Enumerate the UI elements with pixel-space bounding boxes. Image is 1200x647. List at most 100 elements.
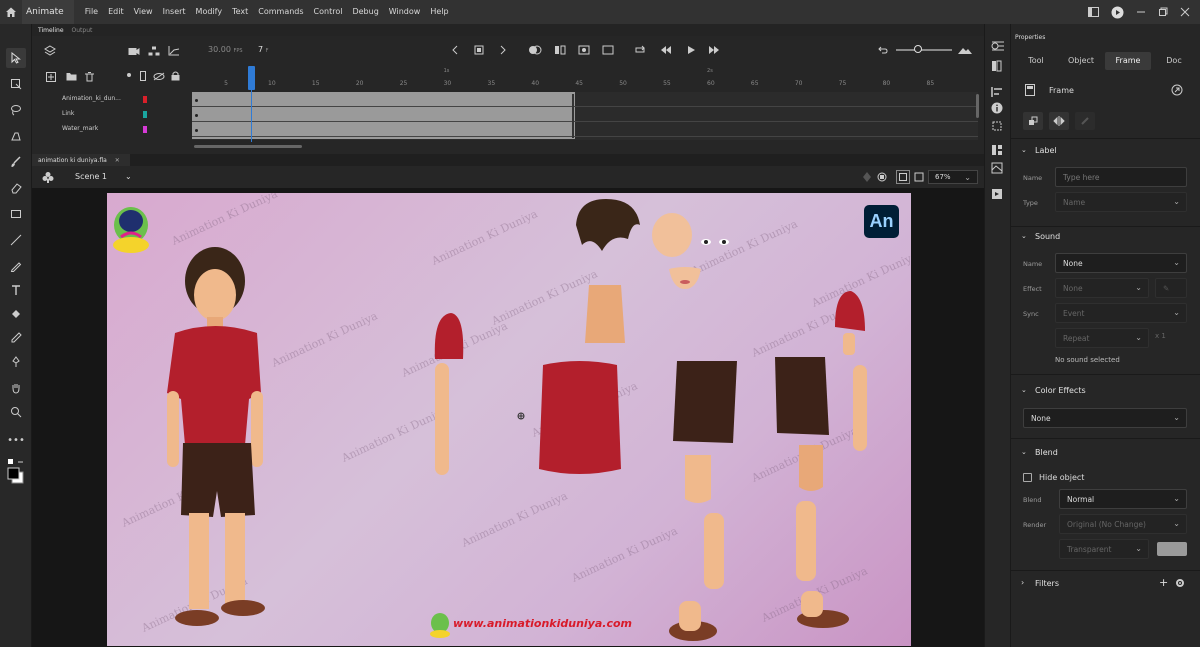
tab-frame[interactable]: Frame [1105, 52, 1151, 70]
zoom-select[interactable]: 67% ⌄ [928, 170, 978, 184]
graph-icon[interactable] [168, 46, 180, 56]
left-shorts-part[interactable] [673, 359, 741, 445]
minimize-icon[interactable] [1136, 7, 1146, 17]
library-panel-icon[interactable] [991, 60, 1003, 72]
hair-part[interactable] [572, 195, 642, 253]
eraser-tool-icon[interactable] [6, 178, 26, 198]
edit-multiple-frames-icon[interactable] [554, 45, 566, 55]
paint-bucket-tool-icon[interactable] [6, 304, 26, 324]
menu-text[interactable]: Text [227, 0, 253, 24]
menu-debug[interactable]: Debug [347, 0, 383, 24]
undo-icon[interactable] [876, 45, 888, 55]
blend-mode-select[interactable]: Normal ⌄ [1059, 489, 1187, 509]
frame-row[interactable] [192, 107, 978, 122]
neck-part[interactable] [585, 285, 625, 343]
previous-icon[interactable] [450, 45, 460, 55]
new-folder-icon[interactable] [66, 72, 77, 81]
align-panel-icon[interactable] [991, 86, 1003, 98]
current-frame-value[interactable]: 7 [258, 45, 263, 54]
brush-tool-icon[interactable] [6, 152, 26, 172]
chevron-down-icon[interactable]: ⌄ [1021, 232, 1027, 240]
right-upper-arm-part[interactable] [841, 333, 857, 357]
free-transform-tool-icon[interactable] [6, 74, 26, 94]
eyes-part[interactable] [699, 237, 733, 247]
layer-parenting-icon[interactable] [148, 46, 160, 56]
tab-output[interactable]: Output [72, 27, 93, 34]
home-icon[interactable] [0, 0, 22, 24]
stage-canvas[interactable]: Animation Ki Duniya Animation Ki Duniya … [107, 193, 911, 646]
frame-row[interactable] [192, 92, 978, 107]
layers-icon[interactable] [44, 45, 56, 57]
layer-color-swatch[interactable] [143, 126, 147, 133]
menu-window[interactable]: Window [384, 0, 426, 24]
camera-icon[interactable] [128, 46, 140, 56]
onion-skin-icon[interactable] [528, 45, 542, 55]
zoom-tool-icon[interactable] [6, 402, 26, 422]
scene-selector[interactable]: Scene 1 ⌄ [75, 172, 132, 181]
insert-keyframe-icon[interactable] [578, 45, 590, 55]
sound-name-select[interactable]: None ⌄ [1055, 253, 1187, 273]
pin-tool-icon[interactable] [6, 352, 26, 372]
right-arm-part[interactable] [847, 365, 875, 455]
timeline-scrollbar[interactable] [194, 145, 302, 148]
next-icon[interactable] [498, 45, 508, 55]
left-arm-part[interactable] [431, 363, 455, 483]
delete-layer-icon[interactable] [85, 72, 94, 82]
right-leg-part[interactable] [793, 501, 819, 583]
assets-panel-icon[interactable] [991, 162, 1003, 174]
eyedropper-tool-icon[interactable] [6, 328, 26, 348]
menu-commands[interactable]: Commands [253, 0, 308, 24]
hand-tool-icon[interactable] [6, 378, 26, 398]
layer-color-swatch[interactable] [143, 96, 147, 103]
color-effect-select[interactable]: None ⌄ [1023, 408, 1187, 428]
playhead[interactable] [248, 66, 255, 90]
timeline-zoom-slider[interactable] [896, 49, 952, 51]
tab-object[interactable]: Object [1061, 52, 1101, 70]
timeline-vscrollbar[interactable] [976, 94, 979, 118]
layer-row[interactable]: Link [32, 107, 192, 122]
tween-swap-icon[interactable] [1023, 112, 1043, 130]
frame-name-input[interactable]: Type here [1055, 167, 1187, 187]
layer-name[interactable]: Animation_ki_dun... [62, 95, 121, 102]
frame-grid[interactable] [192, 92, 978, 140]
shirt-part[interactable] [537, 361, 623, 476]
timeline-zoom-thumb[interactable] [914, 45, 922, 53]
menu-view[interactable]: View [129, 0, 158, 24]
right-thigh-part[interactable] [797, 445, 825, 495]
head-part[interactable] [650, 211, 695, 263]
menu-control[interactable]: Control [309, 0, 348, 24]
insert-blank-keyframe-icon[interactable] [602, 45, 614, 55]
stage-area[interactable]: Animation Ki Duniya Animation Ki Duniya … [32, 188, 984, 647]
highlight-layer-icon[interactable] [126, 72, 132, 78]
clip-canvas-icon[interactable] [896, 170, 910, 184]
transform-panel-icon[interactable] [991, 120, 1003, 132]
components-panel-icon[interactable] [991, 144, 1003, 156]
center-frame-icon[interactable] [474, 45, 484, 55]
layer-row[interactable]: Animation_ki_dun... [32, 92, 192, 107]
chevron-down-icon[interactable]: ⌄ [1021, 146, 1027, 154]
lock-icon[interactable] [171, 71, 180, 81]
layer-name[interactable]: Water_mark [62, 125, 98, 132]
chevron-down-icon[interactable]: ⌄ [1021, 386, 1027, 394]
lasso-tool-icon[interactable] [6, 100, 26, 120]
motion-presets-icon[interactable] [991, 188, 1003, 200]
menu-edit[interactable]: Edit [103, 0, 129, 24]
left-sleeve-part[interactable] [433, 311, 465, 361]
close-tab-icon[interactable]: ✕ [115, 157, 120, 164]
pen-tool-icon[interactable] [6, 126, 26, 146]
snap-icon[interactable] [862, 171, 872, 183]
left-leg-part[interactable] [701, 513, 727, 593]
face-part[interactable] [667, 265, 703, 291]
step-forward-icon[interactable] [708, 45, 720, 55]
gear-icon[interactable] [1175, 578, 1185, 588]
loop-icon[interactable] [634, 45, 646, 55]
pencil-tool-icon[interactable] [6, 256, 26, 276]
fps-value[interactable]: 30.00 [208, 45, 231, 54]
step-back-icon[interactable] [660, 45, 672, 55]
text-tool-icon[interactable] [6, 280, 26, 300]
chevron-right-icon[interactable]: › [1021, 578, 1024, 587]
panel-layout-icon[interactable] [1088, 7, 1099, 17]
info-panel-icon[interactable] [991, 102, 1003, 114]
outline-icon[interactable] [140, 71, 146, 81]
boy-character-illustration[interactable] [145, 233, 275, 633]
